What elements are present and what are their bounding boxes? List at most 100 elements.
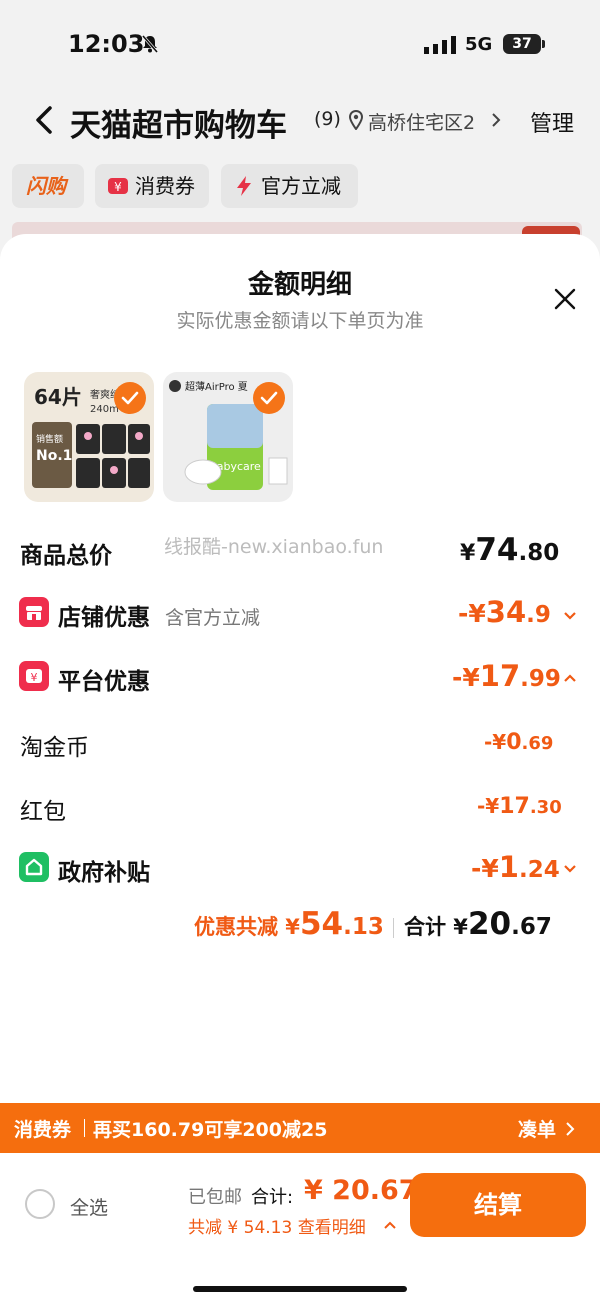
checkout-total-value: ¥ 20.67	[304, 1175, 418, 1206]
total-saving-dec: .13	[343, 914, 384, 940]
goods-total-amount: ¥74.80	[460, 532, 559, 568]
watermark: 线报酷-new.xianbao.fun	[164, 536, 384, 558]
taojinbi-label: 淘金币	[20, 735, 89, 761]
summary-total-label: 合计 ¥	[404, 915, 468, 939]
total-saving: 优惠共减 ¥54.13	[194, 906, 384, 942]
taojinbi-amount: -¥0.69	[484, 730, 553, 755]
signal-icon	[424, 36, 456, 54]
store-discount-amount[interactable]: -¥34.9	[458, 595, 551, 629]
battery-icon: 37	[503, 34, 541, 54]
checkout-total-label: 合计:	[251, 1187, 294, 1208]
summary-total-dec: .67	[511, 914, 552, 940]
product-thumbnail-diapers[interactable]: 超薄AirPro 夏 Babycare	[163, 372, 293, 502]
svg-text:超薄AirPro 夏: 超薄AirPro 夏	[185, 380, 248, 393]
platform-discount-dec: .99	[520, 666, 561, 692]
view-detail-link[interactable]: 共减 ¥ 54.13 查看明细	[188, 1213, 366, 1238]
svg-text:240m: 240m	[90, 404, 119, 415]
voucher-icon: ¥	[108, 178, 128, 194]
cart-item-count: (9)	[314, 108, 341, 130]
close-icon[interactable]	[553, 287, 577, 311]
flash-sale-chip[interactable]: 闪购	[12, 164, 84, 208]
red-packet-amount: -¥17.30	[477, 794, 562, 819]
checkout-button[interactable]: 结算	[410, 1173, 586, 1237]
home-indicator	[193, 1286, 407, 1292]
checkout-bar: 全选 已包邮 合计: ¥ 20.67 共减 ¥ 54.13 查看明细 结算	[0, 1153, 600, 1303]
goods-total-currency: ¥	[460, 541, 476, 566]
svg-text:64片: 64片	[34, 385, 82, 409]
store-discount-label: 店铺优惠	[58, 605, 150, 631]
bell-muted-icon	[141, 35, 159, 53]
summary-divider	[393, 918, 394, 938]
svg-text:No.1: No.1	[36, 448, 72, 464]
summary-total: 合计 ¥20.67	[404, 906, 552, 942]
store-discount-prefix: -¥	[458, 599, 486, 628]
select-all-label[interactable]: 全选	[70, 1193, 108, 1220]
free-shipping-note: 已包邮	[188, 1187, 242, 1208]
platform-discount-amount[interactable]: -¥17.99	[452, 659, 561, 693]
store-discount-note: 含官方立减	[165, 607, 261, 629]
platform-icon: ¥	[19, 661, 49, 691]
coupon-text: 再买160.79可享200减25	[93, 1119, 328, 1141]
gov-subsidy-dec: .24	[518, 857, 560, 883]
select-all-radio[interactable]	[25, 1189, 55, 1219]
filter-chips: 闪购 ¥ 消费券 官方立减	[0, 164, 600, 210]
chevron-down-icon[interactable]	[563, 611, 577, 621]
red-packet-int: 17	[499, 794, 530, 819]
coupon-tag: 消费券	[14, 1119, 72, 1141]
battery-tip	[542, 40, 545, 48]
svg-text:¥: ¥	[31, 671, 38, 684]
chevron-right-icon	[492, 113, 501, 127]
gov-subsidy-prefix: -¥	[471, 854, 499, 883]
platform-discount-prefix: -¥	[452, 663, 480, 692]
delivery-address[interactable]: 高桥住宅区2	[368, 108, 484, 135]
add-on-items-link[interactable]: 凑单	[518, 1115, 556, 1142]
product-thumbnail-sanitary-pads[interactable]: 64片 奢爽纯 240m 销售额 No.1	[24, 372, 154, 502]
page-title: 天猫超市购物车	[70, 108, 287, 144]
gov-subsidy-icon	[19, 852, 49, 882]
status-bar: 12:03 5G 37	[0, 0, 600, 88]
goods-total-int: 74	[475, 532, 519, 568]
red-packet-label: 红包	[20, 799, 66, 825]
status-time: 12:03	[68, 30, 145, 58]
lightning-icon	[237, 176, 251, 196]
summary-total-int: 20	[467, 906, 512, 942]
store-discount-int: 34	[485, 595, 527, 629]
coupon-strip[interactable]: 消费券 再买160.79可享200减25 凑单	[0, 1103, 600, 1153]
location-pin-icon	[349, 110, 363, 130]
official-discount-chip[interactable]: 官方立减	[221, 164, 358, 208]
sheet-subtitle: 实际优惠金额请以下单页为准	[176, 310, 424, 332]
sheet-title: 金额明细	[247, 270, 352, 300]
total-saving-label: 优惠共减 ¥	[194, 915, 300, 939]
total-saving-int: 54	[299, 906, 344, 942]
voucher-chip-label: 消费券	[135, 174, 195, 198]
svg-text:¥: ¥	[114, 180, 122, 194]
red-packet-dec: .30	[529, 797, 562, 818]
gov-subsidy-label: 政府补贴	[58, 860, 150, 886]
platform-discount-label: 平台优惠	[58, 669, 150, 695]
cart-header: 天猫超市购物车 (9) 高桥住宅区2 管理	[0, 92, 600, 148]
chevron-down-icon[interactable]	[563, 864, 577, 874]
manage-button[interactable]: 管理	[530, 106, 574, 138]
gov-subsidy-int: 1	[498, 850, 519, 884]
cart-page-background: 12:03 5G 37 天猫超市购物车 (9) 高桥住宅区2 管理 闪购 ¥ 消…	[0, 0, 600, 260]
store-icon	[19, 597, 49, 627]
taojinbi-dec: .69	[521, 733, 554, 754]
svg-text:销售额: 销售额	[36, 433, 63, 445]
gov-subsidy-amount[interactable]: -¥1.24	[471, 850, 560, 884]
goods-total-dec: .80	[518, 540, 560, 566]
platform-discount-int: 17	[479, 659, 521, 693]
voucher-chip[interactable]: ¥ 消费券	[95, 164, 209, 208]
selected-check-icon	[114, 382, 146, 414]
goods-total-label: 商品总价	[20, 543, 112, 569]
chevron-up-icon[interactable]	[563, 673, 577, 683]
amount-detail-sheet: 金额明细 实际优惠金额请以下单页为准 64片 奢爽纯 240m 销售额 No.1	[0, 234, 600, 1103]
network-type: 5G	[465, 34, 493, 55]
chevron-right-icon	[566, 1122, 575, 1136]
taojinbi-int: 0	[506, 730, 522, 755]
store-discount-dec: .9	[526, 602, 551, 628]
taojinbi-prefix: -¥	[484, 730, 507, 754]
coupon-separator	[84, 1119, 85, 1137]
selected-check-icon	[253, 382, 285, 414]
back-arrow-icon[interactable]	[30, 104, 58, 136]
official-chip-label: 官方立减	[261, 174, 341, 198]
